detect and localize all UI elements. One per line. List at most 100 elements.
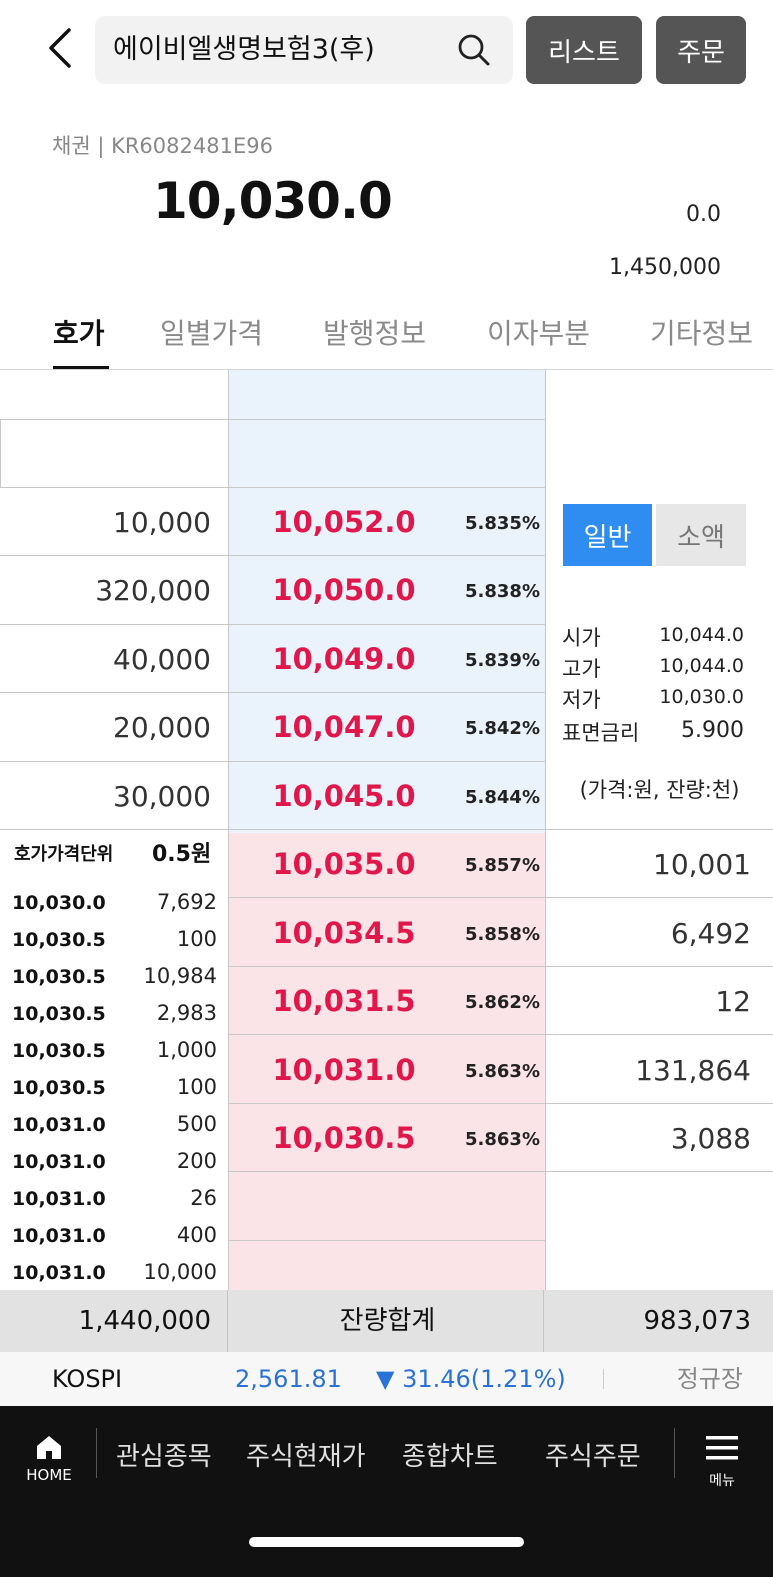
hamburger-menu-icon [706,1436,738,1460]
nav-stock-order[interactable]: 주식주문 [545,1436,641,1473]
tick-size-value: 0.5원 [152,842,212,867]
bid-yield: 5.857% [465,855,540,876]
trade-quantity: 200 [176,1149,217,1173]
nav-watchlist[interactable]: 관심종목 [116,1436,212,1473]
ask-quantity: 30,000 [113,780,211,813]
bid-yield: 5.863% [465,1129,540,1150]
chevron-left-icon [49,28,71,68]
tab-issue-info[interactable]: 발행정보 [323,312,426,370]
ask-yield: 5.842% [465,718,540,739]
trade-price: 10,031.0 [12,1262,106,1284]
divider [229,1171,773,1172]
info-label-high: 고가 [562,657,601,681]
tab-orderbook[interactable]: 호가 [53,312,105,370]
nav-menu-label: 메뉴 [709,1473,735,1489]
nav-chart[interactable]: 종합차트 [402,1436,498,1473]
order-button[interactable]: 주문 [656,16,746,84]
market-session: 정규장 [676,1365,743,1393]
nav-home-label: HOME [26,1466,72,1484]
bid-price[interactable]: 10,034.5 [229,916,459,950]
market-index-bar[interactable]: KOSPI 2,561.81 ▼ 31.46(1.21%) 정규장 [0,1352,773,1406]
ask-quantity: 10,000 [113,506,211,539]
segment-normal-button[interactable]: 일반 [563,504,652,566]
search-text: 에이비엘생명보험3(후) [113,34,375,65]
divider [0,555,546,556]
trade-price: 10,031.0 [12,1225,106,1247]
trade-quantity: 26 [190,1186,217,1210]
tab-interest[interactable]: 이자부분 [487,312,590,370]
nav-home[interactable]: HOME [20,1428,78,1488]
divider [0,692,546,693]
bid-price[interactable]: 10,030.5 [229,1121,459,1155]
bid-yield: 5.858% [465,924,540,945]
index-change: ▼ 31.46(1.21%) [376,1365,566,1393]
search-icon[interactable] [457,33,491,67]
remaining-total-row: 1,440,000 잔량합계 983,073 [0,1290,773,1352]
ask-yield: 5.839% [465,650,540,671]
trade-price: 10,031.0 [12,1114,106,1136]
trade-price: 10,031.0 [12,1188,106,1210]
bottom-navigation: HOME 관심종목 주식현재가 종합차트 주식주문 메뉴 [0,1406,773,1577]
unit-note: (가격:원, 잔량:천) [579,778,740,802]
nav-stock-quote[interactable]: 주식현재가 [246,1436,366,1473]
bid-price[interactable]: 10,031.5 [229,984,459,1018]
home-indicator[interactable] [249,1537,524,1547]
ask-price[interactable]: 10,050.0 [229,573,459,607]
divider [0,487,546,488]
tick-size-label: 호가가격단위 [14,844,114,865]
trade-price: 10,031.0 [12,1151,106,1173]
divider [543,1290,544,1352]
divider [227,1290,228,1352]
ask-yield: 5.838% [465,581,540,602]
bid-quantity: 3,088 [670,1122,751,1155]
divider [0,419,546,420]
trade-quantity: 500 [176,1112,217,1136]
trade-price: 10,030.5 [12,1040,106,1062]
tab-other-info[interactable]: 기타정보 [650,312,753,370]
divider [229,897,773,898]
trade-quantity: 1,000 [156,1038,217,1062]
nav-menu[interactable]: 메뉴 [700,1430,744,1489]
bid-yield: 5.863% [465,1061,540,1082]
index-name: KOSPI [52,1365,123,1393]
divider [229,1240,546,1241]
trade-price: 10,030.0 [12,892,106,914]
segment-small-button[interactable]: 소액 [656,504,746,566]
tab-daily-price[interactable]: 일별가격 [160,312,263,370]
bid-quantity: 12 [715,985,751,1018]
info-label-coupon: 표면금리 [562,721,640,745]
bid-quantity: 10,001 [653,848,751,881]
ask-price[interactable]: 10,052.0 [229,505,459,539]
list-button[interactable]: 리스트 [526,16,642,84]
info-value-open: 10,044.0 [659,624,744,646]
home-icon [37,1436,61,1459]
ask-price[interactable]: 10,047.0 [229,710,459,744]
ask-quantity: 320,000 [95,574,211,607]
bid-yield: 5.862% [465,992,540,1013]
trade-quantity: 7,692 [156,890,217,914]
divider [229,1103,773,1104]
search-input[interactable]: 에이비엘생명보험3(후) [95,16,513,84]
info-label-low: 저가 [562,688,601,712]
divider [0,761,546,762]
divider [545,370,546,1295]
bid-price[interactable]: 10,035.0 [229,847,459,881]
ask-price[interactable]: 10,045.0 [229,779,459,813]
trade-volume: 1,450,000 [609,255,721,280]
price-change: 0.0 [686,202,721,227]
trade-price: 10,030.5 [12,1077,106,1099]
divider [0,829,773,830]
divider [0,419,1,488]
divider [0,624,546,625]
trade-quantity: 400 [176,1223,217,1247]
info-value-high: 10,044.0 [659,655,744,677]
ask-yield: 5.835% [465,513,540,534]
divider [229,1034,773,1035]
back-button[interactable] [38,22,82,74]
bid-price[interactable]: 10,031.0 [229,1053,459,1087]
top-header: 에이비엘생명보험3(후) 리스트 주문 [0,0,773,100]
current-price: 10,030.0 [153,172,393,230]
ask-price[interactable]: 10,049.0 [229,642,459,676]
ask-quantity: 20,000 [113,711,211,744]
divider [229,966,773,967]
